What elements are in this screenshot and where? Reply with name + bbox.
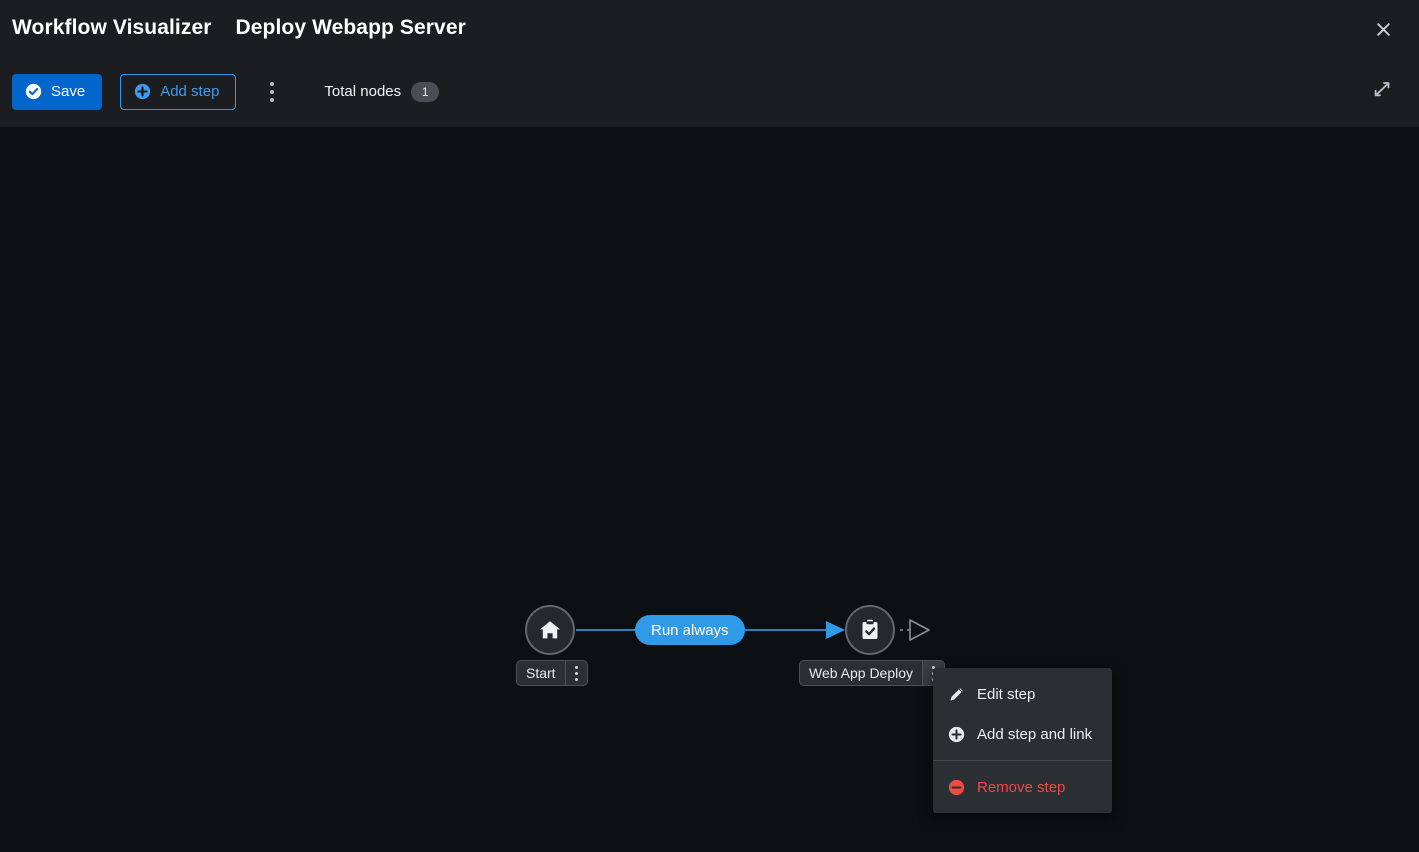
context-menu-item-remove-step[interactable]: Remove step [933, 767, 1112, 807]
add-step-label: Add step [160, 83, 220, 100]
graph-canvas[interactable]: Start Run always Web App Deploy Edit ste… [0, 127, 1419, 852]
kebab-menu-icon [270, 81, 275, 86]
toolbar: Save Add step Total nodes 1 [0, 56, 1419, 127]
header: Workflow Visualizer Deploy Webapp Server… [0, 0, 1419, 127]
close-icon [1376, 22, 1390, 36]
total-nodes: Total nodes 1 [324, 81, 440, 102]
edge-label-run-always[interactable]: Run always [635, 615, 745, 645]
graph-node-start-kebab-button[interactable] [564, 661, 587, 685]
plus-circle-icon [947, 725, 965, 743]
context-menu-item-edit-step-label: Edit step [977, 685, 1036, 703]
kebab-menu-icon [574, 665, 578, 669]
kebab-dot [270, 97, 275, 102]
home-icon [540, 621, 560, 639]
context-menu-item-edit-step[interactable]: Edit step [933, 674, 1112, 714]
context-menu-item-add-step-and-link[interactable]: Add step and link [933, 714, 1112, 754]
add-node-triangle-icon[interactable] [909, 619, 930, 641]
save-label: Save [51, 83, 86, 100]
kebab-dot [574, 677, 578, 681]
expand-button[interactable] [1367, 74, 1397, 104]
check-circle-icon [25, 83, 42, 100]
title-bar: Workflow Visualizer Deploy Webapp Server [0, 0, 1419, 56]
toolbar-kebab-menu-button[interactable] [258, 76, 286, 108]
graph-node-web-app-deploy-label: Web App Deploy [809, 665, 914, 681]
graph-node-web-app-deploy[interactable] [845, 605, 895, 655]
context-menu-item-add-step-and-link-label: Add step and link [977, 725, 1093, 743]
plus-circle-icon [135, 83, 151, 100]
minus-circle-icon [947, 778, 965, 796]
pencil-icon [947, 685, 965, 703]
graph-node-start[interactable] [525, 605, 575, 655]
edge-arrowhead [826, 621, 845, 639]
total-nodes-badge: 1 [411, 81, 440, 102]
total-nodes-label: Total nodes [324, 83, 402, 100]
add-step-button[interactable]: Add step [120, 73, 237, 110]
kebab-dot [270, 89, 275, 94]
context-menu-item-remove-step-label: Remove step [977, 778, 1066, 796]
app-title: Workflow Visualizer [12, 16, 212, 39]
workflow-visualizer-window: Workflow Visualizer Deploy Webapp Server… [0, 0, 1419, 852]
clipboard-check-icon [862, 619, 878, 639]
close-button[interactable] [1369, 15, 1397, 43]
graph-edges [576, 619, 930, 641]
graph-node-start-chip[interactable]: Start [516, 660, 588, 686]
node-context-menu: Edit step Add step and link Remove step [933, 668, 1112, 813]
graph-node-start-label: Start [526, 665, 556, 681]
save-button[interactable]: Save [12, 73, 103, 110]
graph-node-web-app-deploy-chip[interactable]: Web App Deploy [799, 660, 946, 686]
expand-icon [1374, 82, 1390, 97]
context-menu-separator [933, 760, 1112, 761]
workflow-title: Deploy Webapp Server [235, 16, 466, 39]
kebab-dot [574, 671, 578, 675]
